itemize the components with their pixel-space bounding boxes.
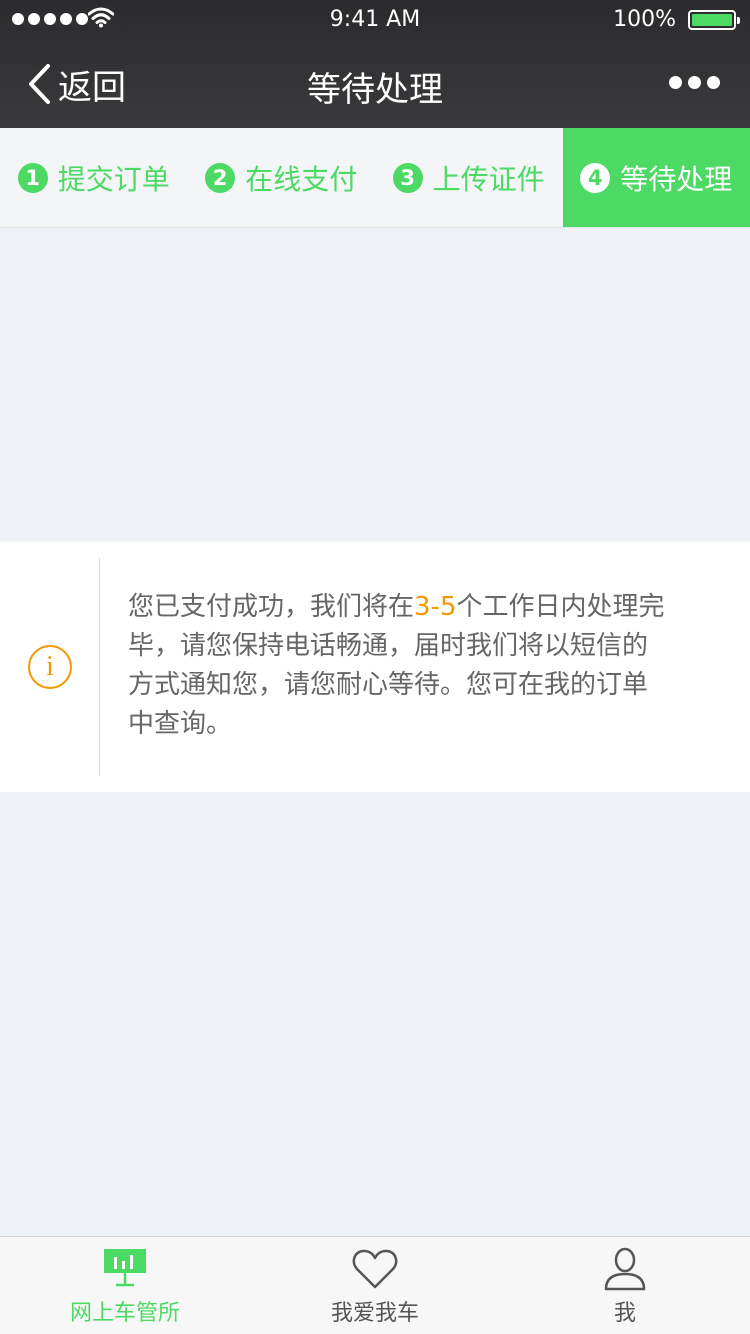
tab-online-vehicle-office[interactable]: 网上车管所	[0, 1237, 250, 1334]
notice-text-before: 您已支付成功，我们将在	[128, 592, 415, 622]
nav-bar: 返回 等待处理	[0, 40, 750, 128]
notice-highlight-days: 3-5	[414, 592, 457, 622]
step-submit-order: 1 提交订单	[0, 128, 188, 227]
divider	[99, 558, 100, 776]
tab-my-car[interactable]: 我爱我车	[250, 1237, 500, 1334]
user-icon	[604, 1247, 646, 1291]
step-online-payment: 2 在线支付	[188, 128, 376, 227]
step-awaiting-processing: 4 等待处理	[562, 128, 750, 227]
battery-icon	[688, 10, 740, 30]
more-dots-icon	[669, 76, 682, 89]
heart-icon	[352, 1249, 398, 1289]
status-bar: 9:41 AM 100%	[0, 0, 750, 40]
step-upload-documents: 3 上传证件	[375, 128, 563, 227]
presentation-chart-icon	[104, 1249, 146, 1287]
tab-bar: 网上车管所 我爱我车 我	[0, 1236, 750, 1334]
tab-label: 我爱我车	[330, 1301, 419, 1326]
info-icon: i	[28, 645, 72, 689]
step-label: 上传证件	[432, 162, 545, 196]
tab-label: 我	[613, 1301, 636, 1326]
chevron-left-icon	[29, 64, 50, 104]
notice-text: 您已支付成功，我们将在3-5个工作日内处理完毕，请您保持电话畅通，届时我们将以短…	[128, 588, 673, 744]
step-number-badge: 2	[205, 162, 236, 193]
tab-me[interactable]: 我	[500, 1237, 750, 1334]
step-label: 提交订单	[57, 162, 170, 196]
payment-success-notice: i 您已支付成功，我们将在3-5个工作日内处理完毕，请您保持电话畅通，届时我们将…	[0, 542, 750, 792]
step-label: 在线支付	[245, 162, 358, 196]
step-number-badge: 3	[392, 162, 423, 193]
step-label: 等待处理	[620, 162, 733, 196]
header: 9:41 AM 100% 返回 等待处理	[0, 0, 750, 128]
tab-label: 网上车管所	[69, 1301, 180, 1326]
step-number-badge: 1	[17, 162, 48, 193]
more-button[interactable]	[669, 76, 720, 89]
back-button[interactable]: 返回	[26, 60, 126, 108]
step-number-badge: 4	[580, 162, 611, 193]
battery-percent: 100%	[613, 7, 676, 32]
step-progress: 1 提交订单 2 在线支付 3 上传证件 4 等待处理	[0, 128, 750, 228]
back-label: 返回	[58, 67, 126, 108]
